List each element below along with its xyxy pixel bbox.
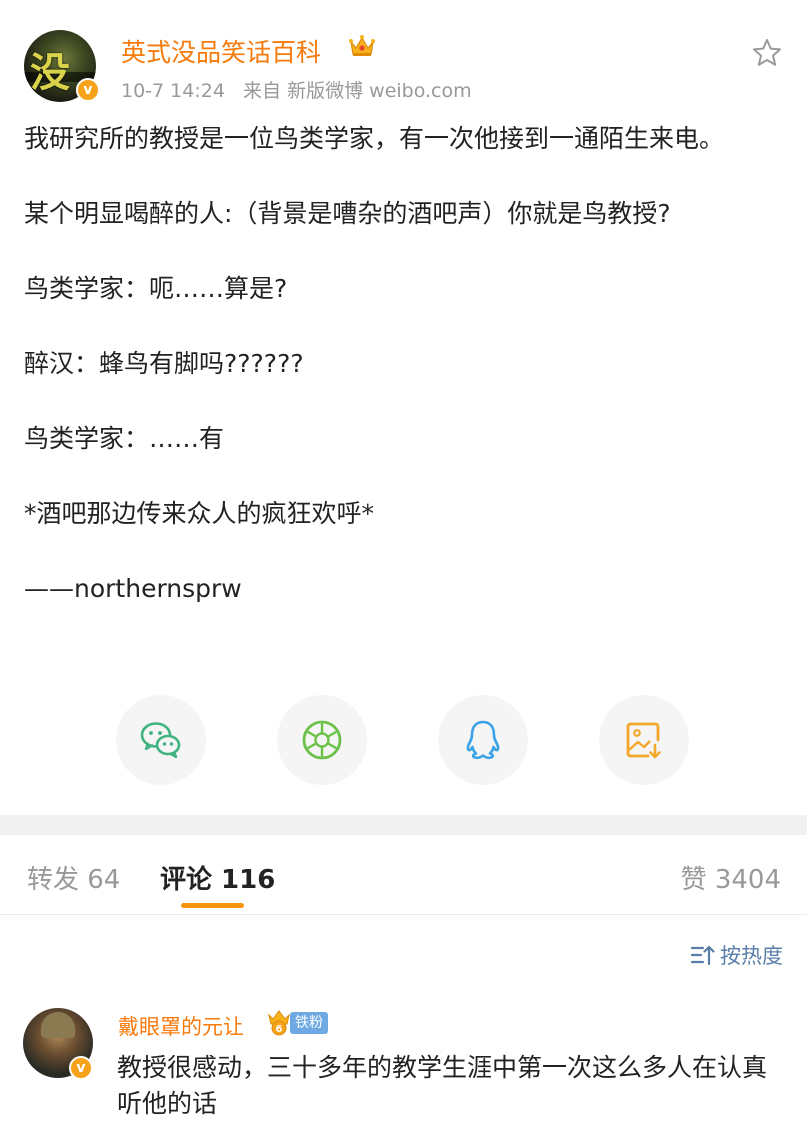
qq-icon (466, 720, 500, 760)
sort-icon (690, 945, 715, 966)
avatar-glyph: 没 (30, 50, 70, 96)
wechat-icon (140, 722, 181, 759)
post-paragraph: 鸟类学家：呃……算是? (24, 274, 288, 303)
favorite-star-icon[interactable] (751, 37, 783, 69)
sort-label: 按热度 (720, 944, 783, 968)
share-moments-button[interactable] (277, 695, 367, 785)
author-name[interactable]: 英式没品笑话百科 (121, 33, 321, 69)
sort-by-hot-button[interactable]: 按热度 (690, 940, 783, 970)
interaction-tabs: 转发 64 评论 116 赞 3404 (0, 835, 807, 915)
verified-badge-icon: v (69, 1056, 93, 1080)
save-image-icon (626, 722, 661, 759)
tab-comments[interactable]: 评论 116 (160, 859, 275, 896)
comment-text: 教授很感动，三十多年的教学生涯中第一次这么多人在认真听他的话 (117, 1053, 768, 1118)
share-save-image-button[interactable] (599, 695, 689, 785)
share-wechat-button[interactable] (116, 695, 206, 785)
post-time: 10-7 14:24 (121, 80, 225, 102)
tab-repost[interactable]: 转发 64 (27, 859, 120, 896)
post-source-prefix: 来自 (243, 80, 282, 102)
verified-badge-icon: v (76, 78, 100, 102)
fan-medal-level: 6 (276, 1024, 283, 1035)
comment-item: v 戴眼罩的元让 6 铁粉 教授很感动，三十多年的教学生涯中第一次这么多人在认真… (0, 1000, 807, 1135)
post-paragraph: 某个明显喝醉的人:（背景是嘈杂的酒吧声）你就是鸟教授? (24, 199, 671, 228)
share-qq-button[interactable] (438, 695, 528, 785)
post-paragraph: *酒吧那边传来众人的疯狂欢呼* (24, 499, 375, 528)
tab-likes[interactable]: 赞 3404 (681, 859, 781, 896)
post-header: 没 v 英式没品笑话百科 10-7 14:24 来自 新版微博 weibo.co… (0, 0, 807, 110)
section-divider (0, 815, 807, 835)
sort-row: 按热度 (0, 940, 807, 980)
post-paragraph: 鸟类学家：……有 (24, 424, 225, 453)
post-body: 我研究所的教授是一位鸟类学家，有一次他接到一通陌生来电。 某个明显喝醉的人:（背… (24, 120, 784, 607)
post-paragraph: 醉汉：蜂鸟有脚吗?????? (24, 349, 304, 378)
post-meta: 10-7 14:24 来自 新版微博 weibo.com (121, 76, 472, 103)
active-tab-indicator (181, 903, 244, 908)
moments-icon (302, 720, 342, 760)
fan-medal-icon: 6 (268, 1010, 290, 1036)
fan-badge: 铁粉 (290, 1012, 328, 1034)
avatar-helmet (41, 1012, 75, 1038)
crown-icon (349, 35, 375, 56)
post-signature: ——northernsprw (24, 574, 242, 603)
commenter-name[interactable]: 戴眼罩的元让 (118, 1011, 244, 1041)
post-source: 新版微博 weibo.com (287, 80, 472, 102)
post-paragraph: 我研究所的教授是一位鸟类学家，有一次他接到一通陌生来电。 (24, 124, 725, 153)
share-row (0, 695, 807, 787)
